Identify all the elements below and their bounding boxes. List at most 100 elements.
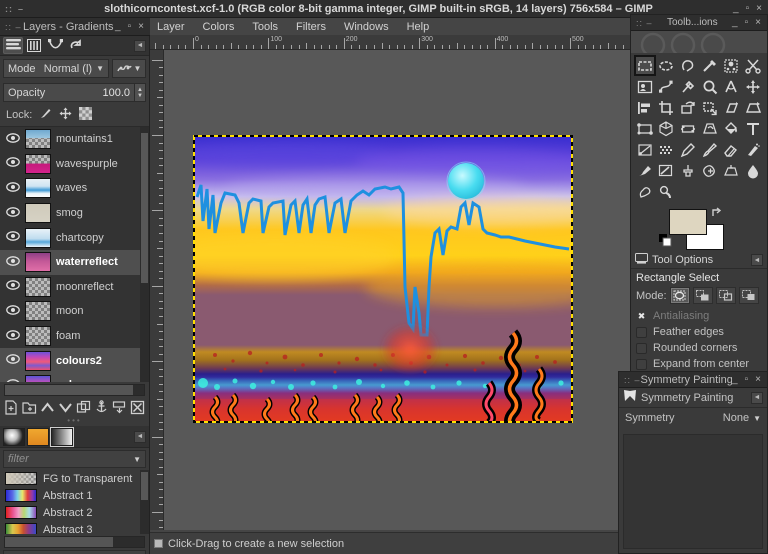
gradients-tab[interactable] [51,427,73,446]
symmetry-titlebar[interactable]: :: – Symmetry Painting _ ▫ × [619,372,767,388]
patterns-tab[interactable] [27,427,49,446]
left-dock-titlebar[interactable]: :: – Layers - Gradients _ ▫ × [0,18,150,36]
toolbox-close[interactable]: × [755,17,761,28]
left-dock-minimize[interactable]: _ [115,21,121,32]
layer-list-hscrollbar[interactable] [4,384,145,396]
minimize-button[interactable]: _ [733,3,739,14]
symmetry-close[interactable]: × [755,374,761,385]
layer-row[interactable]: chartcopy [0,225,149,250]
symmetry-maximize[interactable]: ▫ [745,374,749,385]
option-row[interactable]: Expand from center [631,356,767,372]
layer-row[interactable]: waves [0,176,149,201]
select-by-color-icon[interactable] [721,55,743,76]
undo-history-tab[interactable] [66,37,86,54]
rotate-tool-icon[interactable] [677,97,699,118]
lock-pixels-icon[interactable] [39,107,52,123]
gradients-tab-strip[interactable]: ◄ [0,426,149,448]
menu-tools[interactable]: Tools [250,20,280,34]
perspective-clone-icon[interactable] [721,160,743,181]
handle-transform-icon[interactable] [634,118,656,139]
move-tool-icon[interactable] [742,76,764,97]
tool-grid[interactable] [631,53,767,204]
subtract-selection-icon[interactable] [715,287,736,304]
paintbrush-tool-icon[interactable] [699,139,721,160]
replace-selection-icon[interactable] [669,287,690,304]
gradient-filter-input[interactable]: filter ▼ [3,450,146,468]
layer-visibility-icon[interactable] [6,354,20,367]
new-group-icon[interactable] [21,399,37,415]
gradient-item[interactable]: Abstract 2 [0,504,149,521]
layer-visibility-icon[interactable] [6,329,20,343]
tool-options-tab[interactable]: Tool Options ◄ [631,252,767,269]
color-swatch-area[interactable] [631,204,767,252]
merge-down-icon[interactable] [111,399,127,415]
gradient-tool-icon[interactable] [634,139,656,160]
chevron-down-icon[interactable]: ▼ [133,455,141,464]
toolbox-minimize[interactable]: _ [732,17,738,28]
color-picker-icon[interactable] [677,76,699,97]
gradient-item[interactable]: FG to Transparent [0,470,149,487]
toolbox-titlebar[interactable]: :: – Toolb...ions _ ▫ × [631,15,767,31]
foreground-select-icon[interactable] [634,76,656,97]
dock-tab-strip[interactable]: ◄ [0,36,149,56]
lock-alpha-icon[interactable] [79,107,93,123]
add-to-selection-icon[interactable] [692,287,713,304]
menu-colors[interactable]: Colors [201,20,237,34]
perspective-tool-icon[interactable] [742,97,764,118]
menu-layer[interactable]: Layer [155,20,187,34]
crop-tool-icon[interactable] [656,97,678,118]
bucket-fill-icon[interactable] [721,118,743,139]
gradient-item[interactable]: Abstract 3 [0,521,149,534]
left-dock-close[interactable]: × [138,21,144,32]
layer-row[interactable]: waterreflect [0,249,149,275]
layer-row[interactable]: foam [0,324,149,349]
ellipse-select-icon[interactable] [656,55,678,76]
layer-row[interactable]: moon [0,299,149,324]
warp-transform-icon[interactable] [699,118,721,139]
channels-tab[interactable] [24,37,44,54]
shear-tool-icon[interactable] [721,97,743,118]
symmetry-minimize[interactable]: _ [732,374,738,385]
mypaint-brush-icon[interactable] [656,160,678,181]
option-row[interactable]: Rounded corners [631,340,767,356]
anchor-layer-icon[interactable] [93,399,109,415]
layer-row[interactable]: mountains1 [0,127,149,152]
layer-row[interactable]: moonreflect [0,275,149,300]
maximize-button[interactable]: ▫ [746,3,750,14]
image-canvas[interactable] [193,135,573,423]
paths-tab[interactable] [45,37,65,54]
left-dock-maximize[interactable]: ▫ [128,21,132,32]
unified-transform-icon[interactable] [677,118,699,139]
alignment-tool-icon[interactable] [634,97,656,118]
duplicate-layer-icon[interactable] [75,399,91,415]
gradient-tags-input[interactable]: enter tags ▼ [3,550,146,554]
pencil-tool-icon[interactable] [677,139,699,160]
layer-visibility-icon[interactable] [6,255,20,269]
checkbox[interactable] [636,342,647,354]
swap-colors-icon[interactable] [711,206,723,221]
checkbox[interactable] [636,326,647,338]
layer-visibility-icon[interactable] [6,305,20,318]
symmetry-menu-button[interactable]: ◄ [751,391,763,404]
layer-mode-combo[interactable]: Mode Normal (l) ▼ [3,59,109,78]
opacity-spinner[interactable]: ▲ ▼ [134,84,145,101]
smudge-tool-icon[interactable] [634,181,656,202]
intersect-selection-icon[interactable] [738,287,759,304]
dither-tool-icon[interactable] [656,139,678,160]
gradient-list-vscrollbar[interactable] [140,470,149,534]
symmetry-selector-row[interactable]: Symmetry None ▼ [619,408,767,428]
paths-tool-icon[interactable] [656,76,678,97]
layer-visibility-icon[interactable] [6,206,20,220]
gradients-menu-button[interactable]: ◄ [134,430,146,443]
layer-visibility-icon[interactable] [6,280,20,293]
close-button[interactable]: × [756,3,762,14]
tool-option-checkboxes[interactable]: ✖ Antialiasing Feather edges Rounded corner… [631,308,767,372]
blur-sharpen-icon[interactable] [742,160,764,181]
vertical-ruler[interactable] [150,50,164,530]
option-row[interactable]: Feather edges [631,324,767,340]
rectangle-select-icon[interactable] [634,55,656,76]
layer-row[interactable]: colours [0,372,149,382]
symmetry-tab[interactable]: Symmetry Painting ◄ [619,388,767,408]
menu-help[interactable]: Help [405,20,432,34]
foreground-color-swatch[interactable] [669,209,707,235]
